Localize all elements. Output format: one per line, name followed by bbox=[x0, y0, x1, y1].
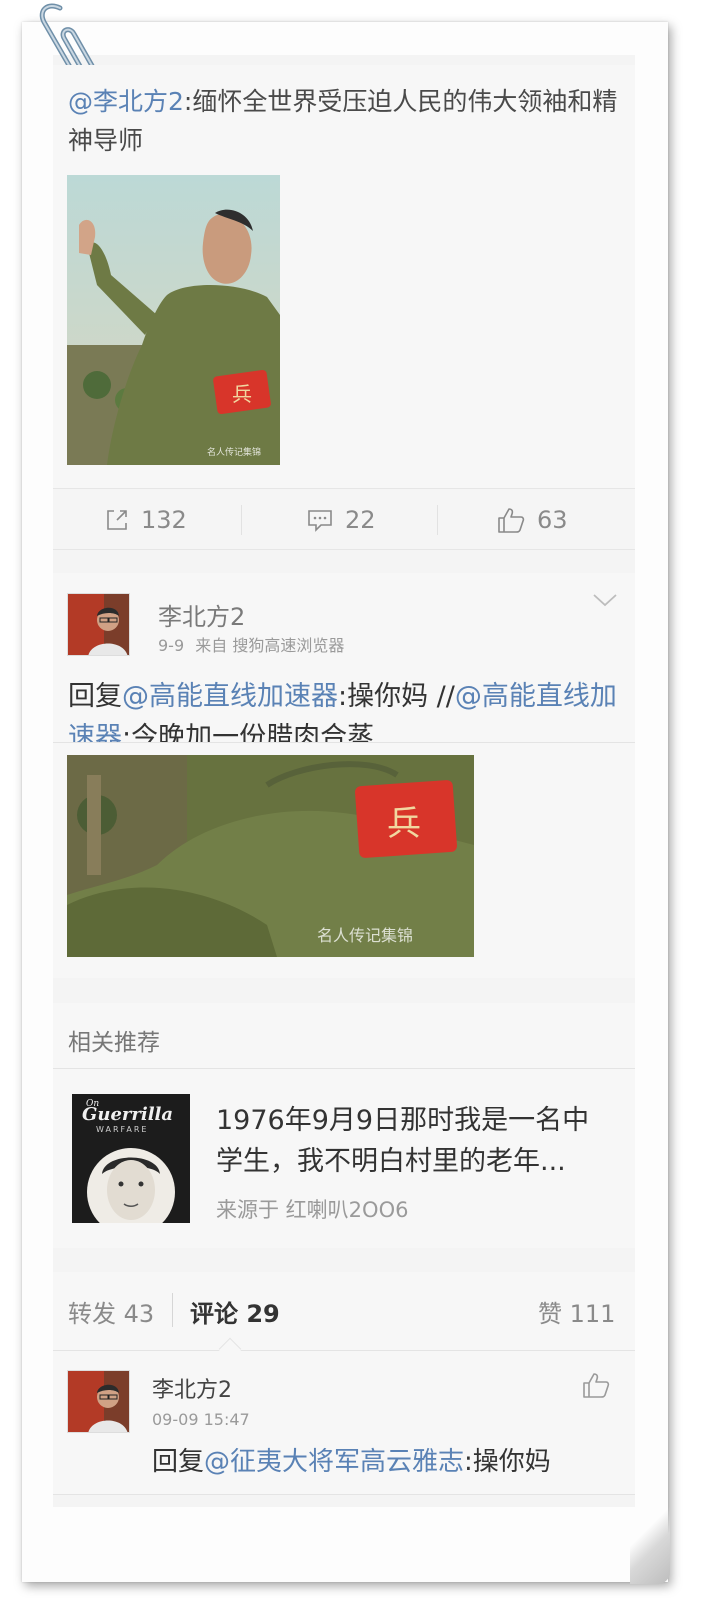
thumbs-up-icon[interactable] bbox=[582, 1372, 610, 1398]
tab-like[interactable]: 赞 111 bbox=[538, 1294, 615, 1329]
mention-link[interactable]: @高能直线加速器 bbox=[122, 681, 338, 712]
comment-icon bbox=[308, 510, 332, 532]
thumbs-up-icon bbox=[498, 508, 525, 533]
post-text: @李北方2:缅怀全世界受压迫人民的伟大领袖和精神导师 bbox=[68, 87, 618, 155]
comment-author[interactable]: 李北方2 bbox=[152, 1372, 232, 1404]
mention-link[interactable]: @李北方2 bbox=[68, 87, 184, 116]
related-article-title[interactable]: 1976年9月9日那时我是一名中学生，我不明白村里的老年... bbox=[216, 1100, 616, 1182]
action-bar: 132 22 63 bbox=[53, 488, 635, 550]
tab-divider bbox=[172, 1293, 173, 1327]
related-source: 来源于 红喇叭2OO6 bbox=[216, 1198, 409, 1222]
comment-text: 回复@征夷大将军高云雅志:操你妈 bbox=[152, 1447, 551, 1477]
repost-button[interactable]: 132 bbox=[105, 489, 187, 551]
post-meta: 9-9 来自 搜狗高速浏览器 bbox=[158, 632, 344, 656]
repost-count: 132 bbox=[141, 506, 187, 534]
like-count: 63 bbox=[537, 506, 568, 534]
related-section-title: 相关推荐 bbox=[68, 1030, 160, 1056]
svg-text:WARFARE: WARFARE bbox=[96, 1125, 148, 1134]
avatar-image bbox=[68, 1371, 129, 1432]
svg-text:名人传记集锦: 名人传记集锦 bbox=[207, 446, 261, 458]
post-image[interactable]: 兵 名人传记集锦 bbox=[67, 175, 280, 465]
post-date: 9-9 bbox=[158, 636, 185, 655]
repost-icon bbox=[107, 510, 127, 530]
svg-text:Guerrilla: Guerrilla bbox=[82, 1104, 173, 1125]
comment-button[interactable]: 22 bbox=[307, 489, 376, 551]
svg-text:名人传记集锦: 名人传记集锦 bbox=[317, 926, 413, 945]
svg-text:兵: 兵 bbox=[232, 382, 252, 406]
author-name[interactable]: 李北方2 bbox=[158, 597, 245, 632]
post-text: 回复@高能直线加速器:操你妈 //@高能直线加速器:今晚加一份腊肉合蒸 bbox=[68, 676, 628, 742]
avatar-image bbox=[68, 594, 129, 655]
portrait-photo: 兵 名人传记集锦 bbox=[67, 175, 280, 465]
mention-link[interactable]: @征夷大将军高云雅志 bbox=[204, 1447, 464, 1477]
avatar[interactable] bbox=[67, 1370, 130, 1433]
chevron-down-icon[interactable] bbox=[592, 592, 618, 608]
post-image[interactable]: 兵 名人传记集锦 bbox=[67, 755, 474, 957]
tab-repost[interactable]: 转发 43 bbox=[68, 1294, 154, 1329]
like-button[interactable]: 63 bbox=[497, 489, 568, 551]
svg-text:兵: 兵 bbox=[387, 804, 421, 844]
comment-time: 09-09 15:47 bbox=[152, 1410, 250, 1429]
avatar[interactable] bbox=[67, 593, 130, 656]
armband-photo: 兵 名人传记集锦 bbox=[67, 755, 474, 957]
book-cover-image: On Guerrilla WARFARE bbox=[72, 1094, 190, 1223]
tab-comment[interactable]: 评论 29 bbox=[190, 1294, 280, 1329]
related-thumbnail[interactable]: On Guerrilla WARFARE bbox=[72, 1094, 190, 1223]
post-source: 来自 搜狗高速浏览器 bbox=[195, 636, 345, 655]
comment-count: 22 bbox=[345, 506, 376, 534]
